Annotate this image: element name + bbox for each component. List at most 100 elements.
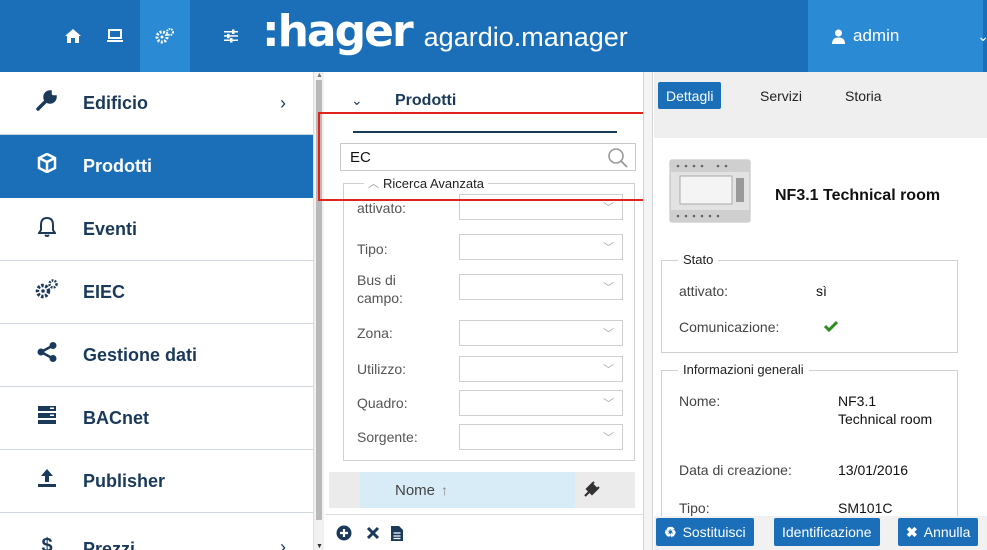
chevron-right-icon: ›: [280, 537, 286, 550]
details-panel: Dettagli Servizi Storia NF3.1 Technical …: [654, 72, 987, 550]
plug-icon[interactable]: [583, 481, 600, 503]
replace-button[interactable]: ♻ Sostituisci: [656, 518, 754, 546]
chevron-down-icon: ﹀: [603, 432, 614, 444]
dollar-icon: $: [41, 535, 53, 550]
details-action-bar: ♻ Sostituisci Identificazione ✖ Annulla: [654, 516, 987, 550]
sidebar-item-label: EIEC: [83, 281, 126, 302]
sidebar-item-label: Eventi: [83, 218, 138, 239]
document-button[interactable]: [387, 523, 407, 543]
comunicazione-label: Comunicazione:: [679, 319, 780, 335]
chevron-right-icon: ›: [280, 92, 286, 113]
column-nome-label: Nome: [395, 481, 436, 499]
sort-arrow-icon: ↑: [441, 482, 449, 498]
document-icon: [391, 525, 403, 541]
chevron-down-icon: ﹀: [603, 328, 614, 340]
brand: :hager agardio.manager: [262, 6, 628, 57]
sidebar-item-edificio[interactable]: Edificio ›: [0, 72, 313, 135]
chevron-down-icon: ﹀: [603, 202, 614, 214]
chevron-down-icon: ﹀: [603, 282, 614, 294]
share-icon: [34, 342, 60, 368]
filter-sorgente-select[interactable]: ﹀: [459, 424, 623, 450]
close-icon: ✖: [906, 523, 918, 540]
delete-button[interactable]: [363, 523, 383, 543]
upload-icon: [34, 468, 60, 494]
user-name: admin: [853, 26, 900, 45]
wrench-icon: [34, 89, 60, 117]
search-highlight-box: [318, 112, 652, 201]
filter-quadro-select[interactable]: ﹀: [459, 390, 623, 416]
gears-button[interactable]: [140, 0, 190, 72]
user-icon: [832, 29, 845, 44]
filter-bus-select[interactable]: ﹀: [459, 274, 623, 300]
nome-value: NF3.1 Technical room: [838, 393, 933, 427]
stato-section: Stato attivato: sì Comunicazione:: [661, 252, 958, 353]
filter-label: Tipo:: [357, 241, 388, 257]
filter-label: attivato:: [357, 200, 407, 216]
panel-splitter[interactable]: [643, 72, 653, 550]
cube-icon: [34, 152, 60, 179]
tab-dettagli[interactable]: Dettagli: [658, 82, 722, 109]
advanced-search: ︿ Ricerca Avanzata attivato: ﹀ Tipo: ﹀ B…: [343, 175, 635, 461]
sidebar-item-label: Prodotti: [83, 155, 152, 176]
brand-logo: :hager: [262, 6, 414, 57]
data-creazione-label: Data di creazione:: [679, 462, 792, 478]
chevron-down-icon: ﹀: [603, 398, 614, 410]
products-table-header: Nome ↑: [329, 472, 635, 508]
info-section: Informazioni generali Nome: NF3.1 Techni…: [661, 362, 958, 530]
stato-legend: Stato: [678, 252, 719, 267]
sidebar-item-eiec[interactable]: EIEC: [0, 261, 313, 324]
chevron-down-icon: ⌄: [977, 28, 987, 44]
sidebar-item-label: Publisher: [83, 470, 166, 491]
chevron-down-icon[interactable]: ⌄: [351, 92, 363, 109]
sidebar-item-prodotti[interactable]: Prodotti: [0, 135, 313, 198]
filter-label: Bus di campo:: [357, 272, 403, 306]
tab-servizi[interactable]: Servizi: [752, 82, 810, 109]
tab-storia[interactable]: Storia: [837, 82, 890, 109]
products-panel: ⌄ Prodotti ︿ Ricerca Avanzata attivato: …: [318, 72, 652, 550]
sidebar-item-bacnet[interactable]: BACnet: [0, 387, 313, 450]
home-button[interactable]: [50, 0, 96, 72]
filter-tipo-select[interactable]: ﹀: [459, 234, 623, 260]
sidebar-item-publisher[interactable]: Publisher: [0, 450, 313, 513]
brand-product-name: agardio.manager: [423, 22, 628, 52]
gears-icon: [34, 279, 60, 305]
server-icon: [34, 405, 60, 431]
product-title: NF3.1 Technical room: [775, 187, 941, 204]
products-title: Prodotti: [395, 92, 457, 109]
cancel-label: Annulla: [923, 524, 971, 540]
settings-button[interactable]: [208, 0, 254, 72]
products-footer: [325, 514, 643, 550]
delete-icon: [366, 526, 380, 540]
scroll-up-icon[interactable]: ▲: [316, 72, 323, 79]
add-button[interactable]: [334, 523, 354, 543]
sidebar-item-label: Gestione dati: [83, 344, 198, 365]
sliders-icon: [224, 29, 238, 43]
user-menu[interactable]: admin ⌄: [808, 0, 987, 72]
tipo-value: SM101C: [838, 500, 893, 516]
top-bar: :hager agardio.manager admin ⌄: [0, 0, 987, 72]
check-icon: [824, 320, 838, 332]
monitor-button[interactable]: [92, 0, 138, 72]
bell-icon: [34, 216, 60, 243]
details-tabs: Dettagli Servizi Storia: [654, 72, 987, 138]
identify-button[interactable]: Identificazione: [774, 518, 880, 546]
chevron-down-icon: ﹀: [603, 242, 614, 254]
attivato-label: attivato:: [679, 283, 729, 299]
replace-label: Sostituisci: [682, 524, 746, 540]
column-nome[interactable]: Nome ↑: [360, 472, 575, 508]
sidebar-item-eventi[interactable]: Eventi: [0, 198, 313, 261]
scroll-down-icon[interactable]: ▼: [316, 543, 323, 550]
filter-label: Quadro:: [357, 395, 408, 411]
filter-zona-select[interactable]: ﹀: [459, 320, 623, 346]
sidebar-item-gestione-dati[interactable]: Gestione dati: [0, 324, 313, 387]
cancel-button[interactable]: ✖ Annulla: [898, 518, 979, 546]
filter-utilizzo-select[interactable]: ﹀: [459, 356, 623, 382]
attivato-value: sì: [816, 283, 827, 299]
sidebar-item-label: Edificio: [83, 92, 149, 113]
gears-icon: [155, 28, 174, 44]
nome-label: Nome:: [679, 393, 721, 409]
info-legend: Informazioni generali: [678, 362, 809, 377]
filter-label: Utilizzo:: [357, 361, 407, 377]
filter-label: Zona:: [357, 325, 393, 341]
sidebar-item-prezzi[interactable]: $ Prezzi ›: [0, 513, 313, 550]
